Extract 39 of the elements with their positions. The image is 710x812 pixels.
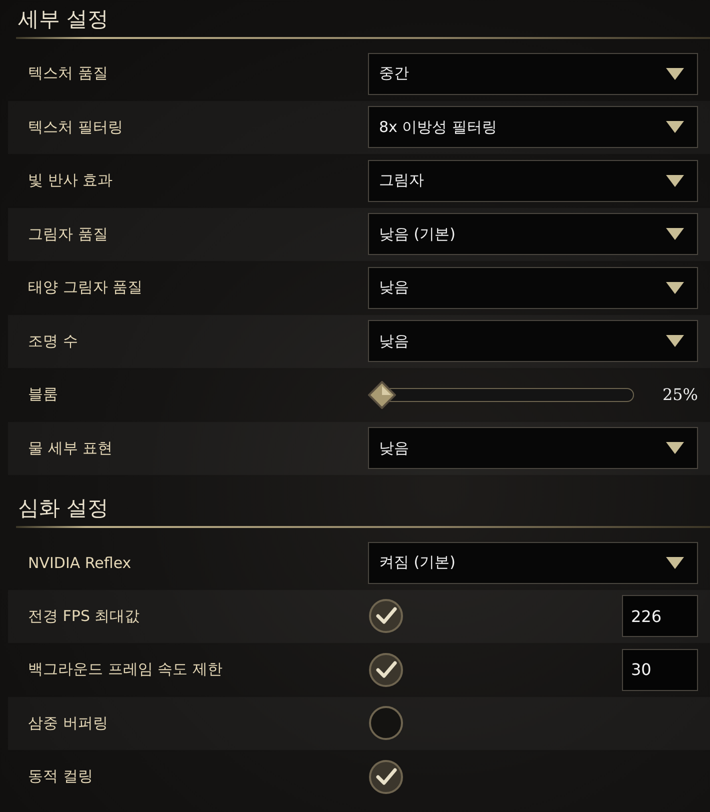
dropdown[interactable]: 그림자 — [368, 160, 698, 202]
dropdown-arrow-icon — [665, 441, 685, 456]
checkbox[interactable] — [368, 705, 404, 742]
dropdown-arrow-icon — [665, 334, 685, 348]
setting-label: 블룸 — [28, 385, 59, 404]
checkbox[interactable] — [368, 598, 404, 634]
slider-thumb[interactable] — [368, 380, 396, 409]
setting-label: 텍스처 필터링 — [28, 118, 124, 137]
setting-label: 물 세부 표현 — [28, 438, 114, 458]
dropdown[interactable]: 8x 이방성 필터링 — [368, 106, 698, 148]
dropdown[interactable]: 낮음 (기본) — [368, 213, 698, 256]
section-title: 세부 설정 — [17, 6, 110, 33]
checkbox[interactable] — [368, 652, 404, 688]
setting-label: 그림자 품질 — [28, 224, 109, 244]
dropdown[interactable]: 낮음 — [368, 320, 698, 362]
slider-value: 25% — [662, 385, 698, 404]
dropdown-arrow-icon — [665, 556, 685, 570]
setting-label: NVIDIA Reflex — [28, 554, 132, 572]
setting-label: 동적 컬링 — [28, 767, 94, 786]
setting-label: 조명 수 — [28, 332, 79, 351]
dropdown-arrow-icon — [665, 174, 685, 188]
setting-label: 텍스처 품질 — [28, 64, 109, 84]
setting-label: 백그라운드 프레임 속도 제한 — [28, 660, 224, 680]
setting-label: 태양 그림자 품질 — [28, 278, 144, 298]
setting-label: 빛 반사 효과 — [28, 171, 114, 190]
setting-label: 삼중 버퍼링 — [28, 714, 109, 733]
dropdown[interactable]: 낮음 — [368, 427, 698, 470]
number-field[interactable]: 226 — [622, 595, 698, 638]
dropdown-arrow-icon — [665, 66, 685, 81]
dropdown-arrow-icon — [665, 120, 685, 134]
dropdown[interactable]: 중간 — [368, 52, 698, 95]
dropdown[interactable]: 낮음 — [368, 266, 698, 309]
dropdown[interactable]: 켜짐 (기본) — [368, 542, 698, 584]
number-field[interactable]: 30 — [622, 648, 698, 691]
dropdown-arrow-icon — [665, 280, 685, 295]
checkbox[interactable] — [368, 758, 404, 795]
section-title: 심화 설정 — [17, 495, 110, 522]
dropdown-arrow-icon — [665, 227, 685, 242]
setting-label: 전경 FPS 최대값 — [28, 606, 141, 626]
